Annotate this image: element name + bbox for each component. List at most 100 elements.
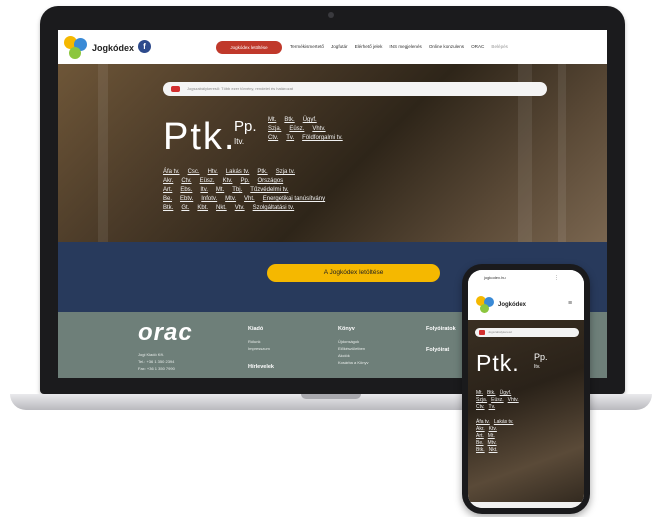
law-link[interactable]: Btk. bbox=[163, 204, 173, 213]
youtube-icon bbox=[479, 330, 485, 335]
law-link[interactable]: Akr. bbox=[163, 177, 173, 186]
law-link[interactable]: Btk. bbox=[476, 447, 485, 454]
phone-menu-icon[interactable]: ⋮ bbox=[554, 275, 559, 281]
law-link[interactable]: Ügyf. bbox=[500, 390, 512, 397]
law-link[interactable]: Eüsz. bbox=[289, 125, 304, 134]
footer-link[interactable]: Újdonságok bbox=[338, 339, 359, 344]
footer-heading[interactable]: Kiadó bbox=[248, 326, 263, 332]
law-link[interactable]: Szolgáltatási tv. bbox=[253, 204, 295, 213]
law-link[interactable]: Tűzvédelmi tv. bbox=[250, 186, 288, 195]
brand-name[interactable]: Jogkódex bbox=[92, 43, 134, 53]
law-link[interactable]: Gt. bbox=[181, 204, 189, 213]
law-link[interactable]: Vhtv. bbox=[312, 125, 325, 134]
law-link[interactable]: Ctv. bbox=[181, 177, 191, 186]
footer-heading[interactable]: Hírlevelek bbox=[248, 364, 274, 370]
law-link[interactable]: Be. bbox=[163, 195, 172, 204]
phone-url[interactable]: jogkodex.hu bbox=[484, 275, 506, 280]
law-link[interactable]: Áfa tv. bbox=[476, 419, 490, 426]
law-link[interactable]: Vht. bbox=[244, 195, 255, 204]
law-link[interactable]: Btk. bbox=[284, 116, 294, 125]
top-law-links: Mt. Btk. Ügyf. Szja. Eüsz. Vhtv. Ctv. Tv. Föld… bbox=[268, 116, 351, 143]
law-link[interactable]: Art. bbox=[163, 186, 172, 195]
law-link[interactable]: Vhtv. bbox=[508, 397, 519, 404]
law-link[interactable]: Mt. bbox=[476, 390, 483, 397]
law-link[interactable]: Ctv. bbox=[476, 404, 485, 411]
law-link[interactable]: Mtv. bbox=[225, 195, 236, 204]
law-link[interactable]: Országos bbox=[258, 177, 284, 186]
law-link[interactable]: Szja tv. bbox=[276, 168, 295, 177]
law-link[interactable]: Áfa tv. bbox=[163, 168, 180, 177]
nav-link[interactable]: Online konzulens bbox=[429, 44, 464, 49]
footer-heading[interactable]: Folyóiratok bbox=[426, 326, 456, 332]
law-link[interactable]: Lakás tv. bbox=[494, 419, 514, 426]
phone-device: jogkodex.hu ⋮ Jogkódex ≡ Jogszabálykeres… bbox=[462, 264, 590, 514]
nav-download-button[interactable]: Jogkódex letöltése bbox=[216, 41, 282, 54]
law-link[interactable]: Nkt. bbox=[489, 447, 498, 454]
law-link[interactable]: Lakás tv. bbox=[226, 168, 250, 177]
law-link[interactable]: Energetikai tanúsítvány bbox=[263, 195, 325, 204]
footer-link[interactable]: Kosárba a Könyv bbox=[338, 360, 368, 365]
law-link[interactable]: Eüsz. bbox=[491, 397, 504, 404]
law-link[interactable]: Btk. bbox=[487, 390, 496, 397]
law-link[interactable]: Be. bbox=[476, 440, 484, 447]
phone-hero: Jogszabálykereső Ptk. Pp. Itv. Mt. Btk. Üg… bbox=[468, 320, 584, 502]
phone-itv-link[interactable]: Itv. bbox=[534, 364, 540, 370]
phone-logo-icon[interactable] bbox=[476, 296, 494, 314]
law-link[interactable]: Art. bbox=[476, 433, 484, 440]
download-button[interactable]: A Jogkódex letöltése bbox=[267, 264, 440, 282]
hero-section: Jogszabálykereső: Több ezer törvény, ren… bbox=[58, 64, 607, 242]
phone-brand[interactable]: Jogkódex bbox=[498, 302, 526, 308]
law-link[interactable]: Tbj. bbox=[232, 186, 242, 195]
phone-ptk-link[interactable]: Ptk. bbox=[476, 350, 520, 377]
login-link[interactable]: Belépés bbox=[491, 44, 508, 49]
law-link[interactable]: Tv. bbox=[286, 134, 294, 143]
footer-heading[interactable]: Folyóirat bbox=[426, 347, 449, 353]
nav-link[interactable]: ORAC bbox=[471, 44, 484, 49]
nav-link[interactable]: Jogfutár bbox=[331, 44, 348, 49]
nav-link[interactable]: INS megjelenés bbox=[389, 44, 421, 49]
law-link[interactable]: Kbt. bbox=[197, 204, 208, 213]
nav-link[interactable]: Elérhető jelek bbox=[355, 44, 383, 49]
facebook-icon[interactable]: f bbox=[138, 40, 151, 53]
logo-icon[interactable] bbox=[64, 36, 88, 60]
law-link[interactable]: Csc. bbox=[188, 168, 200, 177]
law-link[interactable]: Eüsz. bbox=[200, 177, 215, 186]
law-link[interactable]: Ctv. bbox=[268, 134, 278, 143]
law-link[interactable]: Ptk. bbox=[257, 168, 267, 177]
law-link[interactable]: Pp. bbox=[240, 177, 249, 186]
itv-link[interactable]: Itv. bbox=[234, 137, 244, 146]
nav-link[interactable]: Termékismertető bbox=[290, 44, 324, 49]
law-link[interactable]: Földforgalmi tv. bbox=[302, 134, 343, 143]
footer-link[interactable]: Előkészületben bbox=[338, 346, 365, 351]
law-link[interactable]: Ebtv. bbox=[180, 195, 193, 204]
law-link[interactable]: Ügyf. bbox=[303, 116, 317, 125]
phone-search-input[interactable]: Jogszabálykereső bbox=[475, 328, 579, 337]
law-link[interactable]: Akr. bbox=[476, 426, 485, 433]
law-link[interactable]: Mt. bbox=[268, 116, 276, 125]
law-link[interactable]: Htv. bbox=[208, 168, 218, 177]
law-link[interactable]: Szja. bbox=[476, 397, 487, 404]
law-link[interactable]: Itv. bbox=[200, 186, 208, 195]
ptk-link[interactable]: Ptk. bbox=[163, 116, 236, 159]
footer-fax: Fax: +36 1 350 7990 bbox=[138, 366, 175, 371]
hamburger-icon[interactable]: ≡ bbox=[568, 300, 572, 307]
law-link[interactable]: Vtv. bbox=[235, 204, 245, 213]
law-link[interactable]: Ebs. bbox=[180, 186, 192, 195]
footer-link[interactable]: Rólunk bbox=[248, 339, 260, 344]
orac-logo[interactable]: orac bbox=[138, 319, 193, 347]
footer-heading[interactable]: Könyv bbox=[338, 326, 355, 332]
footer-link[interactable]: Impresszum bbox=[248, 346, 270, 351]
law-link[interactable]: Ktv. bbox=[489, 426, 497, 433]
law-link[interactable]: Mt. bbox=[488, 433, 495, 440]
law-link[interactable]: Ktv. bbox=[223, 177, 233, 186]
footer-link[interactable]: Akciók bbox=[338, 353, 350, 358]
law-link[interactable]: Nkt. bbox=[216, 204, 227, 213]
law-link[interactable]: Mt. bbox=[216, 186, 224, 195]
law-link[interactable]: Szja. bbox=[268, 125, 281, 134]
law-link[interactable]: Tv. bbox=[489, 404, 496, 411]
law-link[interactable]: Infotv. bbox=[201, 195, 217, 204]
phone-pp-link[interactable]: Pp. bbox=[534, 352, 548, 362]
search-input[interactable]: Jogszabálykereső: Több ezer törvény, ren… bbox=[163, 82, 547, 96]
law-link[interactable]: Mtv. bbox=[488, 440, 497, 447]
pp-link[interactable]: Pp. bbox=[234, 118, 257, 135]
